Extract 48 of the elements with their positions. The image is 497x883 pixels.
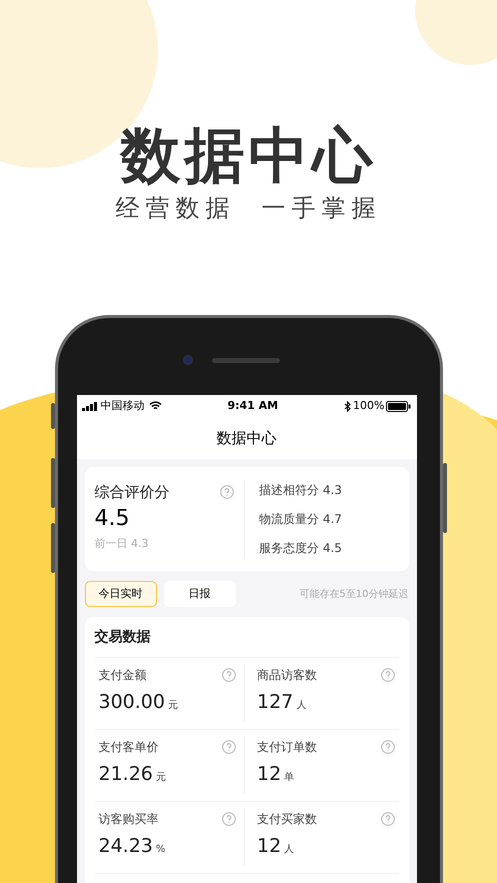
nav-title: 数据中心 [216,428,278,449]
status-time: 9:41 AM [227,398,278,414]
help-icon[interactable] [220,485,234,500]
tagline: 经营数据 [116,193,236,223]
metric-label: 支付买家数 [257,810,317,828]
metric-value: 24.23 [98,834,153,858]
delay-note: 可能存在5至10分钟延迟 [299,588,408,602]
metric-value: 127 [257,690,294,714]
battery-percent: 100% [353,398,384,414]
metric-value: 12 [257,762,282,786]
metric-label: 商品访客数 [257,666,317,684]
previous-day-score: 前一日 4.3 [94,536,150,552]
help-icon[interactable] [222,668,236,682]
rating-title: 综合评价分 [94,482,170,503]
help-icon[interactable] [380,668,394,682]
help-icon[interactable] [222,740,236,754]
help-icon[interactable] [380,812,394,826]
metric-unit: 单 [284,770,294,784]
signal-icon [82,402,96,410]
camera [182,355,192,365]
metric-unit: 元 [168,698,178,712]
help-icon[interactable] [380,740,394,754]
metric-label: 支付金额 [98,666,146,684]
metric-value: 21.26 [98,762,153,786]
rating-score: 4.5 [94,504,130,532]
bluetooth-icon [344,400,352,412]
rating-detail: 物流质量分 4.7 [259,511,343,528]
tagline: 一手掌握 [262,193,382,223]
battery-icon [386,400,412,412]
carrier-name: 中国移动 [100,398,144,414]
tab[interactable]: 日报 [164,581,236,607]
trade-title: 交易数据 [94,628,152,646]
metric-unit: % [156,842,166,856]
metric-label: 支付订单数 [257,738,317,756]
metric-unit: 元 [156,770,166,784]
metric-unit: 人 [284,842,294,856]
metric-value: 12 [257,834,282,858]
metric-unit: 人 [296,698,306,712]
speaker [212,358,280,363]
rating-detail: 服务态度分 4.5 [259,540,343,557]
tab[interactable]: 今日实时 [84,581,156,607]
metric-label: 访客购买率 [98,810,158,828]
metric-label: 支付客单价 [98,738,158,756]
wifi-icon [148,401,162,411]
help-icon[interactable] [222,812,236,826]
metric-value: 300.00 [98,690,165,714]
headline: 数据中心 [120,121,376,191]
rating-detail: 描述相符分 4.3 [259,482,343,499]
